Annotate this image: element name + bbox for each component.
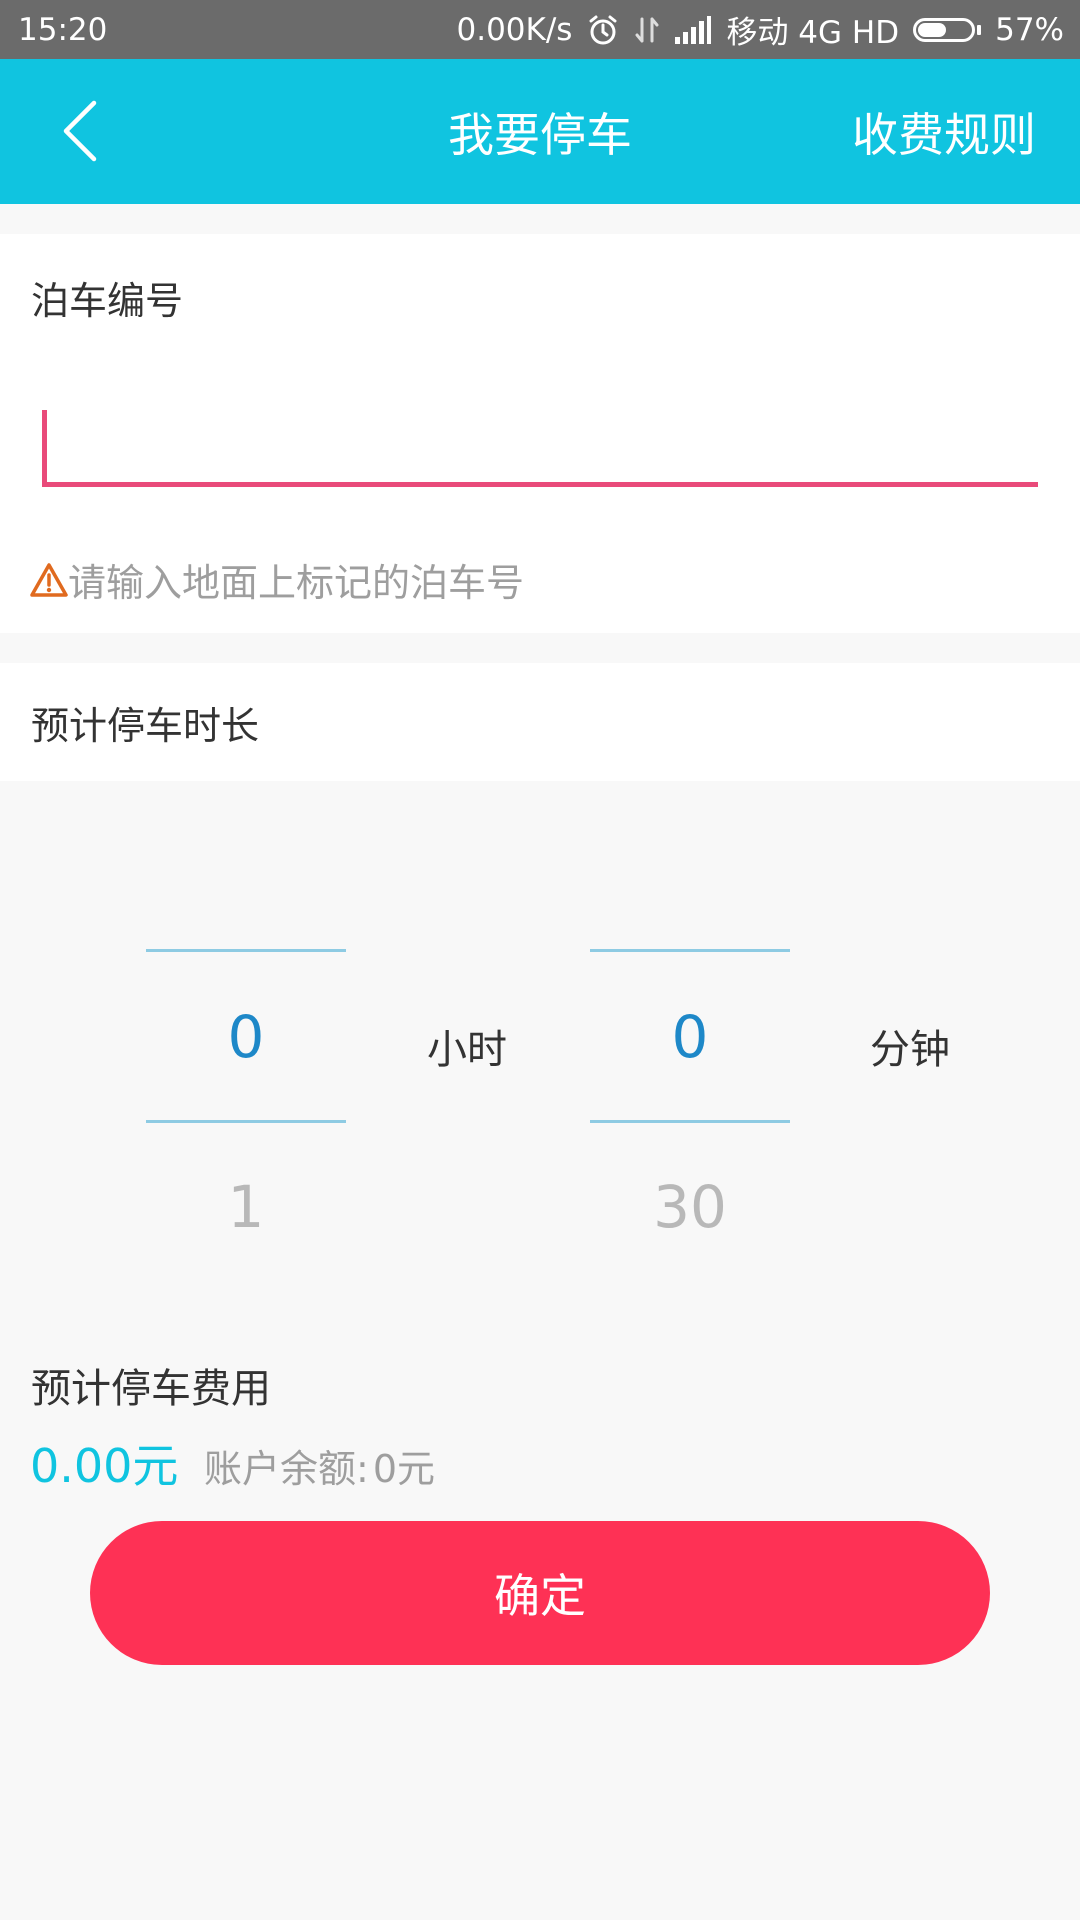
parking-number-section: 泊车编号 请输入地面上标记的泊车号 [0, 234, 1080, 633]
hours-selected-value[interactable]: 0 [146, 1003, 346, 1071]
hint-text: 请输入地面上标记的泊车号 [68, 561, 525, 605]
signal-icon [674, 15, 712, 45]
duration-label: 预计停车时长 [31, 704, 260, 748]
status-right: 0.00K/s 移动 4G HD 57% [457, 7, 1065, 52]
parking-number-label: 泊车编号 [31, 279, 184, 323]
text-caret [42, 410, 47, 482]
network-speed: 0.00K/s [456, 11, 573, 48]
duration-section: 预计停车时长 [0, 663, 1080, 781]
fee-amount: 0.00元 [30, 1439, 179, 1493]
parking-number-hint: 请输入地面上标记的泊车号 [30, 552, 524, 607]
minutes-selected-value[interactable]: 0 [590, 1003, 790, 1071]
parking-number-input[interactable] [42, 410, 1038, 482]
back-button[interactable] [40, 89, 120, 173]
account-balance: 账户余额: 0元 [204, 1438, 435, 1493]
hours-selection-top-line [146, 949, 346, 952]
duration-picker: 0 1 小时 0 30 分钟 [0, 781, 1080, 1261]
balance-value: 0元 [372, 1447, 435, 1491]
fee-label: 预计停车费用 [31, 1366, 271, 1412]
battery-percent: 57% [995, 11, 1064, 48]
title-bar: 我要停车 收费规则 [0, 59, 1080, 204]
balance-label: 账户余额: [204, 1447, 369, 1491]
confirm-button[interactable]: 确定 [90, 1521, 990, 1665]
carrier-label: 移动 4G HD [726, 15, 900, 51]
minutes-selection-top-line [590, 949, 790, 952]
chevron-left-icon [63, 100, 97, 162]
alarm-icon [586, 13, 620, 47]
parking-number-field[interactable] [42, 410, 1038, 487]
hours-next-value[interactable]: 1 [146, 1173, 346, 1241]
battery-icon [913, 17, 982, 42]
data-transfer-icon [634, 13, 660, 47]
minutes-next-value[interactable]: 30 [590, 1173, 790, 1241]
status-bar: 15:20 0.00K/s 移动 4G HD 57% [0, 0, 1080, 59]
warning-icon [30, 562, 68, 597]
hours-unit-label: 小时 [427, 1027, 507, 1073]
minutes-unit-label: 分钟 [870, 1027, 950, 1073]
minutes-selection-bottom-line [590, 1120, 790, 1123]
hours-selection-bottom-line [146, 1120, 346, 1123]
fee-rules-link[interactable]: 收费规则 [852, 59, 1036, 204]
status-time: 15:20 [18, 11, 108, 48]
